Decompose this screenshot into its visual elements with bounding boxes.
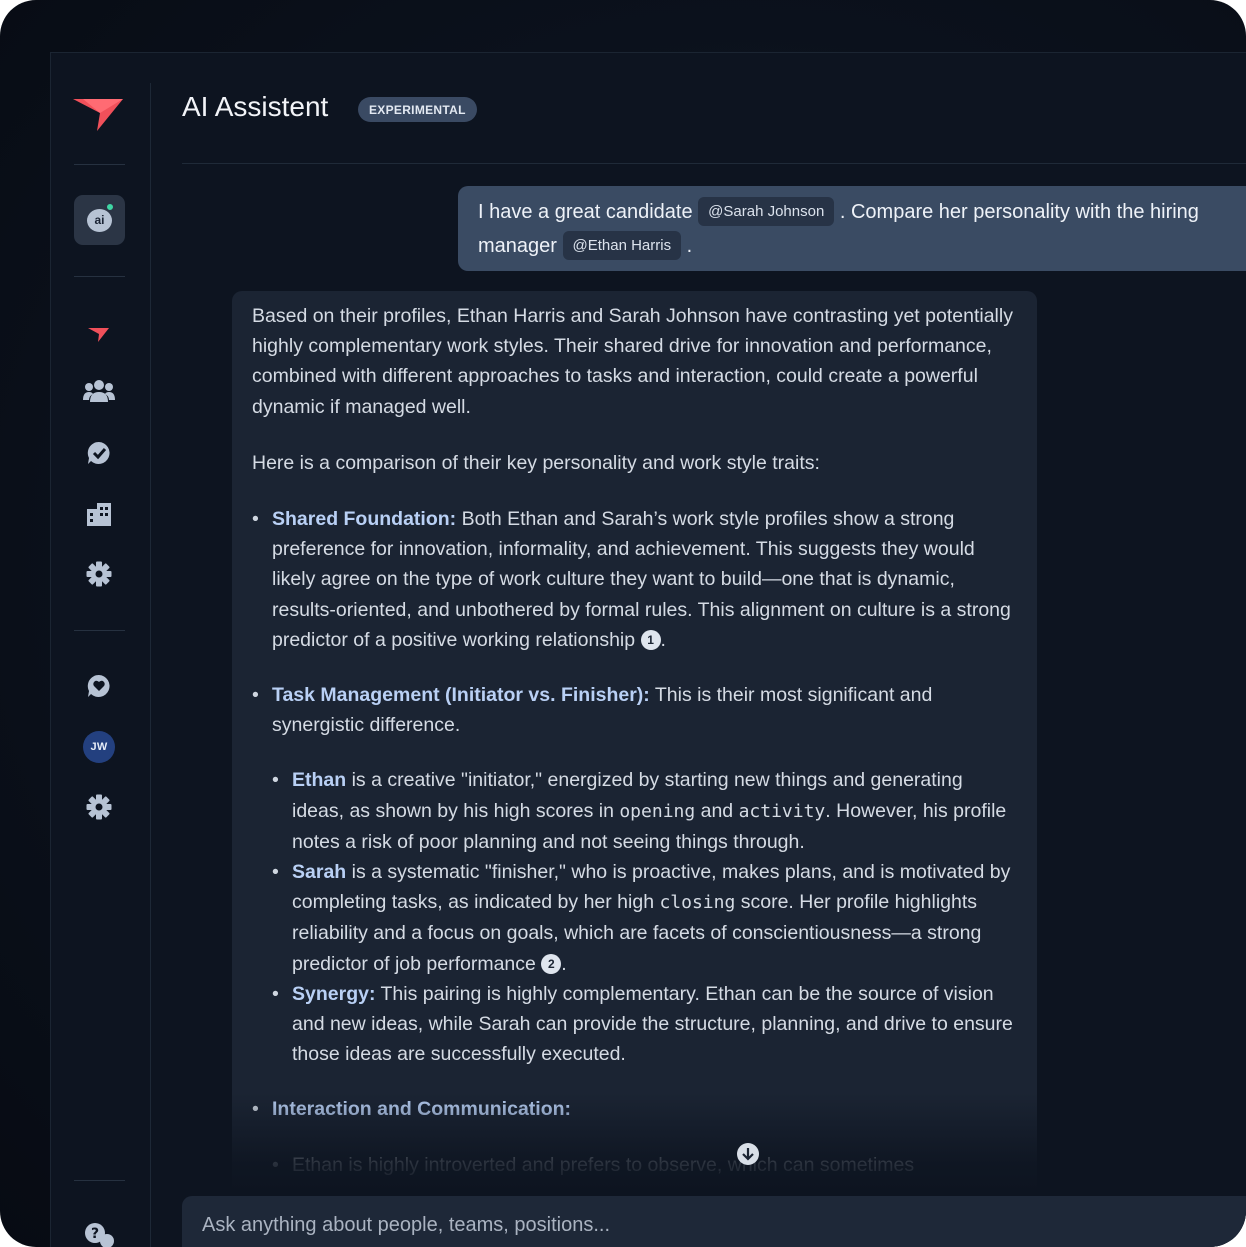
team-icon[interactable]: [83, 376, 115, 408]
app-window: ai JW ? AI Assistent EXPERIMENTAL I have…: [50, 52, 1246, 1247]
status-dot: [105, 202, 115, 212]
experimental-badge: EXPERIMENTAL: [358, 97, 477, 122]
help-icon[interactable]: ?: [83, 1219, 115, 1247]
person-name: Sarah: [292, 861, 347, 884]
header-divider: [182, 163, 1246, 164]
scroll-down-button[interactable]: [737, 1143, 759, 1165]
assistant-lead: Here is a comparison of their key person…: [252, 451, 820, 474]
user-text: manager: [478, 235, 563, 257]
sub-list-item: Sarah is a systematic "finisher," who is…: [272, 857, 1017, 979]
sidebar: ai JW ?: [51, 53, 151, 1247]
sub-list-item: Synergy: This pairing is highly compleme…: [272, 979, 1017, 1070]
avatar-initials: JW: [90, 741, 108, 753]
trait-list: Shared Foundation: Both Ethan and Sarah’…: [252, 504, 1017, 1180]
item-text: This pairing is highly complementary. Et…: [292, 982, 1013, 1066]
chat-check-icon[interactable]: [83, 437, 115, 469]
user-text: . Compare her personality with the hirin…: [834, 201, 1199, 223]
mention-chip[interactable]: @Sarah Johnson: [698, 197, 835, 226]
user-text: .: [681, 235, 693, 257]
sidebar-separator: [74, 276, 125, 277]
list-item: Shared Foundation: Both Ethan and Sarah’…: [252, 504, 1017, 655]
arrow-down-icon: [742, 1148, 754, 1161]
item-text: and: [695, 799, 739, 822]
code-term: activity: [738, 800, 826, 822]
sidebar-separator: [74, 1180, 125, 1181]
code-term: opening: [619, 800, 696, 822]
gear-icon[interactable]: [83, 558, 115, 590]
item-title: Synergy:: [292, 982, 376, 1005]
mention-chip[interactable]: @Ethan Harris: [562, 231, 682, 260]
assistant-intro: Based on their profiles, Ethan Harris an…: [252, 305, 1013, 418]
page-title: AI Assistent: [182, 91, 329, 122]
chat-input-container: [182, 1196, 1246, 1247]
citation-badge[interactable]: 2: [541, 953, 562, 974]
sub-list: Ethan is highly introverted and prefers …: [272, 1150, 1017, 1180]
list-item: Interaction and Communication: Ethan is …: [252, 1094, 1017, 1180]
heart-chat-icon[interactable]: [83, 670, 115, 702]
item-title: Task Management (Initiator vs. Finisher)…: [272, 684, 650, 707]
sub-list-item: Ethan is a creative "initiator," energiz…: [272, 765, 1017, 857]
user-message-line-1: I have a great candidate @Sarah Johnson …: [478, 195, 1246, 229]
logo-icon[interactable]: [73, 97, 125, 133]
brand-arrow-icon[interactable]: [83, 319, 115, 351]
ai-label: ai: [94, 213, 105, 227]
chat-input[interactable]: [202, 1208, 1202, 1242]
citation-badge[interactable]: 1: [640, 629, 661, 650]
user-message-line-2: manager @Ethan Harris .: [478, 229, 1246, 263]
list-item: Task Management (Initiator vs. Finisher)…: [252, 680, 1017, 1069]
sub-list: Ethan is a creative "initiator," energiz…: [272, 765, 1017, 1069]
person-name: Ethan: [292, 769, 347, 792]
avatar[interactable]: JW: [83, 731, 115, 763]
app-frame: ai JW ? AI Assistent EXPERIMENTAL I have…: [0, 0, 1246, 1247]
code-term: closing: [659, 892, 736, 914]
item-title: Shared Foundation:: [272, 508, 457, 531]
svg-text:?: ?: [91, 1226, 99, 1242]
assistant-message: Based on their profiles, Ethan Harris an…: [232, 291, 1037, 1191]
sidebar-separator: [74, 164, 125, 165]
user-text: I have a great candidate: [478, 201, 699, 223]
ai-assistant-button[interactable]: ai: [74, 195, 125, 245]
item-title: Interaction and Communication:: [272, 1098, 572, 1121]
gear-icon[interactable]: [83, 791, 115, 823]
sub-list-item: Ethan is highly introverted and prefers …: [272, 1150, 1017, 1180]
sidebar-separator: [74, 630, 125, 631]
building-icon[interactable]: [83, 498, 115, 530]
item-text: Ethan is highly introverted and prefers …: [292, 1153, 915, 1176]
sidebar-divider: [150, 83, 151, 1247]
user-message: I have a great candidate @Sarah Johnson …: [458, 186, 1246, 271]
